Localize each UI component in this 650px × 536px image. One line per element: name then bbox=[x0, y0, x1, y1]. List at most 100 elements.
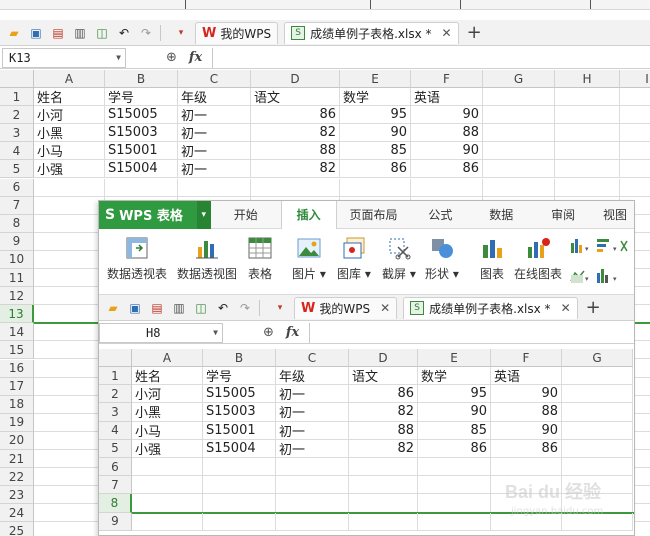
row-header[interactable]: 16 bbox=[0, 359, 34, 378]
table-cell[interactable]: 小强 bbox=[132, 439, 203, 458]
row-header[interactable]: 20 bbox=[0, 431, 34, 450]
column-header[interactable]: D bbox=[251, 70, 340, 88]
tab-data[interactable]: 数据 bbox=[470, 201, 532, 229]
cell[interactable] bbox=[418, 494, 491, 513]
cell[interactable] bbox=[105, 178, 178, 197]
table-cell[interactable]: S15003 bbox=[105, 124, 178, 143]
cell[interactable] bbox=[34, 395, 105, 414]
row-header[interactable]: 2 bbox=[0, 106, 34, 125]
cell[interactable] bbox=[483, 142, 555, 161]
cell[interactable] bbox=[483, 178, 555, 197]
table-cell[interactable]: 初一 bbox=[178, 106, 251, 125]
select-all-corner[interactable] bbox=[0, 70, 34, 88]
column-header[interactable]: B bbox=[203, 349, 276, 367]
cell[interactable] bbox=[349, 458, 418, 477]
chevron-down-icon[interactable]: ▼ bbox=[116, 53, 121, 62]
cell[interactable] bbox=[34, 232, 105, 251]
cell[interactable] bbox=[203, 512, 276, 531]
row-header[interactable]: 12 bbox=[0, 287, 34, 306]
tab-spreadsheet-file[interactable]: S 成绩单例子表格.xlsx * ✕ bbox=[403, 296, 578, 319]
tab-home[interactable]: 开始 bbox=[211, 201, 281, 229]
row-header[interactable]: 5 bbox=[0, 160, 34, 179]
cell[interactable] bbox=[555, 160, 620, 179]
table-cell[interactable]: 90 bbox=[491, 421, 562, 440]
cell[interactable] bbox=[34, 377, 105, 396]
table-cell[interactable]: 语文 bbox=[251, 88, 340, 107]
cell[interactable] bbox=[555, 142, 620, 161]
cell[interactable] bbox=[34, 341, 105, 360]
table-cell[interactable]: 88 bbox=[491, 403, 562, 422]
row-header[interactable]: 6 bbox=[99, 458, 132, 477]
table-cell[interactable]: 年级 bbox=[178, 88, 251, 107]
cell[interactable] bbox=[483, 124, 555, 143]
cell[interactable] bbox=[132, 458, 203, 477]
cell[interactable] bbox=[276, 458, 349, 477]
cell[interactable] bbox=[562, 439, 633, 458]
pivot-table-button[interactable]: 数据透视表 bbox=[107, 235, 167, 282]
table-cell[interactable]: 小马 bbox=[132, 421, 203, 440]
cell[interactable] bbox=[203, 476, 276, 495]
chevron-down-icon[interactable]: ▼ bbox=[213, 328, 218, 337]
column-header[interactable]: E bbox=[340, 70, 411, 88]
formula-input[interactable] bbox=[309, 322, 634, 343]
cell[interactable] bbox=[418, 458, 491, 477]
cell[interactable] bbox=[562, 385, 633, 404]
row-header[interactable]: 10 bbox=[0, 250, 34, 269]
screenshot-button[interactable]: 截屏 ▾ bbox=[382, 235, 416, 282]
name-box[interactable]: H8 ▼ bbox=[99, 322, 223, 343]
table-cell[interactable]: 86 bbox=[349, 385, 418, 404]
row-header[interactable]: 7 bbox=[99, 476, 132, 495]
table-cell[interactable]: 88 bbox=[411, 124, 483, 143]
table-cell[interactable]: 小黑 bbox=[34, 124, 105, 143]
row-header[interactable]: 9 bbox=[0, 232, 34, 251]
table-cell[interactable]: S15003 bbox=[203, 403, 276, 422]
customize-dropdown-icon[interactable]: ▾ bbox=[272, 300, 288, 316]
table-cell[interactable]: 小河 bbox=[34, 106, 105, 125]
add-tab-icon[interactable]: + bbox=[586, 297, 601, 318]
cell[interactable] bbox=[132, 476, 203, 495]
column-header[interactable]: I bbox=[620, 70, 650, 88]
cell[interactable] bbox=[276, 476, 349, 495]
cell[interactable] bbox=[276, 512, 349, 531]
table-cell[interactable]: 语文 bbox=[349, 367, 418, 386]
cell[interactable] bbox=[34, 486, 105, 505]
export-pdf-icon[interactable]: ▤ bbox=[50, 25, 66, 41]
table-cell[interactable]: 90 bbox=[411, 106, 483, 125]
table-cell[interactable]: 85 bbox=[340, 142, 411, 161]
row-header[interactable]: 11 bbox=[0, 269, 34, 288]
row-header[interactable]: 19 bbox=[0, 413, 34, 432]
export-pdf-icon[interactable]: ▤ bbox=[149, 300, 165, 316]
shapes-button[interactable]: 形状 ▾ bbox=[425, 235, 459, 282]
cell[interactable] bbox=[483, 160, 555, 179]
table-cell[interactable]: S15004 bbox=[105, 160, 178, 179]
row-header[interactable]: 8 bbox=[0, 214, 34, 233]
cell[interactable] bbox=[34, 269, 105, 288]
table-cell[interactable]: 88 bbox=[349, 421, 418, 440]
table-cell[interactable]: 88 bbox=[251, 142, 340, 161]
row-header[interactable]: 22 bbox=[0, 468, 34, 487]
table-cell[interactable]: S15001 bbox=[203, 421, 276, 440]
table-cell[interactable]: 小强 bbox=[34, 160, 105, 179]
table-cell[interactable]: 初一 bbox=[276, 385, 349, 404]
table-cell[interactable]: 学号 bbox=[203, 367, 276, 386]
table-cell[interactable]: 82 bbox=[251, 124, 340, 143]
row-header[interactable]: 7 bbox=[0, 196, 34, 215]
cell[interactable] bbox=[34, 431, 105, 450]
table-cell[interactable]: 小黑 bbox=[132, 403, 203, 422]
cell[interactable] bbox=[349, 476, 418, 495]
cell[interactable] bbox=[276, 494, 349, 513]
fx-label[interactable]: fx bbox=[286, 325, 299, 340]
cell[interactable] bbox=[555, 124, 620, 143]
row-header[interactable]: 9 bbox=[99, 512, 132, 531]
table-cell[interactable]: 初一 bbox=[178, 142, 251, 161]
table-cell[interactable]: 90 bbox=[411, 142, 483, 161]
redo-icon[interactable]: ↷ bbox=[237, 300, 253, 316]
table-cell[interactable]: S15005 bbox=[203, 385, 276, 404]
chart-type-gallery[interactable]: ▾ ▾ ▾ ▾ bbox=[569, 235, 634, 289]
table-cell[interactable]: 95 bbox=[340, 106, 411, 125]
save-icon[interactable]: ▣ bbox=[28, 25, 44, 41]
row-header[interactable]: 1 bbox=[99, 367, 132, 386]
table-cell[interactable]: S15001 bbox=[105, 142, 178, 161]
row-header[interactable]: 6 bbox=[0, 178, 34, 197]
tab-view[interactable]: 视图 bbox=[594, 201, 634, 229]
